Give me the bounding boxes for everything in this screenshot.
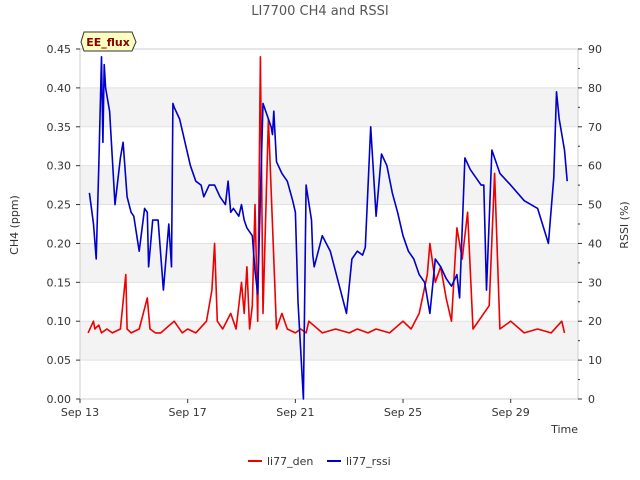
x-axis: Sep 13 Sep 17 Sep 21 Sep 25 Sep 29	[61, 399, 530, 419]
legend: li77_den li77_rssi	[248, 455, 391, 468]
chart-title: LI7700 CH4 and RSSI	[251, 4, 389, 19]
right-tick-label: 10	[588, 354, 602, 367]
legend-label-li77-den: li77_den	[267, 455, 313, 468]
left-tick-label: 0.15	[47, 276, 72, 289]
left-tick-label: 0.45	[47, 43, 72, 56]
y-axis-label-left: CH4 (ppm)	[8, 195, 21, 255]
right-tick-label: 30	[588, 276, 602, 289]
x-tick-label: Sep 21	[276, 406, 314, 419]
legend-label-li77-rssi: li77_rssi	[346, 455, 391, 468]
right-tick-label: 70	[588, 121, 602, 134]
left-tick-label: 0.00	[47, 393, 72, 406]
left-tick-label: 0.10	[47, 315, 72, 328]
x-tick-label: Sep 13	[61, 406, 99, 419]
right-axis: 0 10 20 30 40 50 60 70 80 90	[578, 43, 602, 406]
plot-band	[80, 87, 578, 127]
plot-bands	[80, 87, 578, 361]
badge: EE_flux	[80, 31, 137, 52]
y-axis-label-right: RSSI (%)	[618, 201, 631, 248]
badge-label: EE_flux	[86, 36, 130, 49]
right-tick-label: 50	[588, 199, 602, 212]
right-tick-label: 40	[588, 237, 602, 250]
right-tick-label: 20	[588, 315, 602, 328]
x-tick-label: Sep 29	[492, 406, 530, 419]
chart: 0.00 0.05 0.10 0.15 0.20 0.25 0.30 0.35 0.40 0.45…	[8, 4, 631, 468]
right-tick-label: 90	[588, 43, 602, 56]
left-tick-label: 0.25	[47, 199, 72, 212]
left-tick-label: 0.20	[47, 237, 72, 250]
right-tick-label: 60	[588, 160, 602, 173]
x-axis-label: Time	[550, 423, 578, 436]
left-tick-label: 0.35	[47, 121, 72, 134]
left-axis: 0.00 0.05 0.10 0.15 0.20 0.25 0.30 0.35 0.40 0.45	[47, 43, 80, 406]
x-tick-label: Sep 25	[384, 406, 422, 419]
plot-band	[80, 165, 578, 205]
x-tick-label: Sep 17	[169, 406, 207, 419]
left-tick-label: 0.05	[47, 354, 72, 367]
right-tick-label: 80	[588, 82, 602, 95]
right-tick-label: 0	[588, 393, 595, 406]
left-tick-label: 0.30	[47, 160, 72, 173]
left-tick-label: 0.40	[47, 82, 72, 95]
